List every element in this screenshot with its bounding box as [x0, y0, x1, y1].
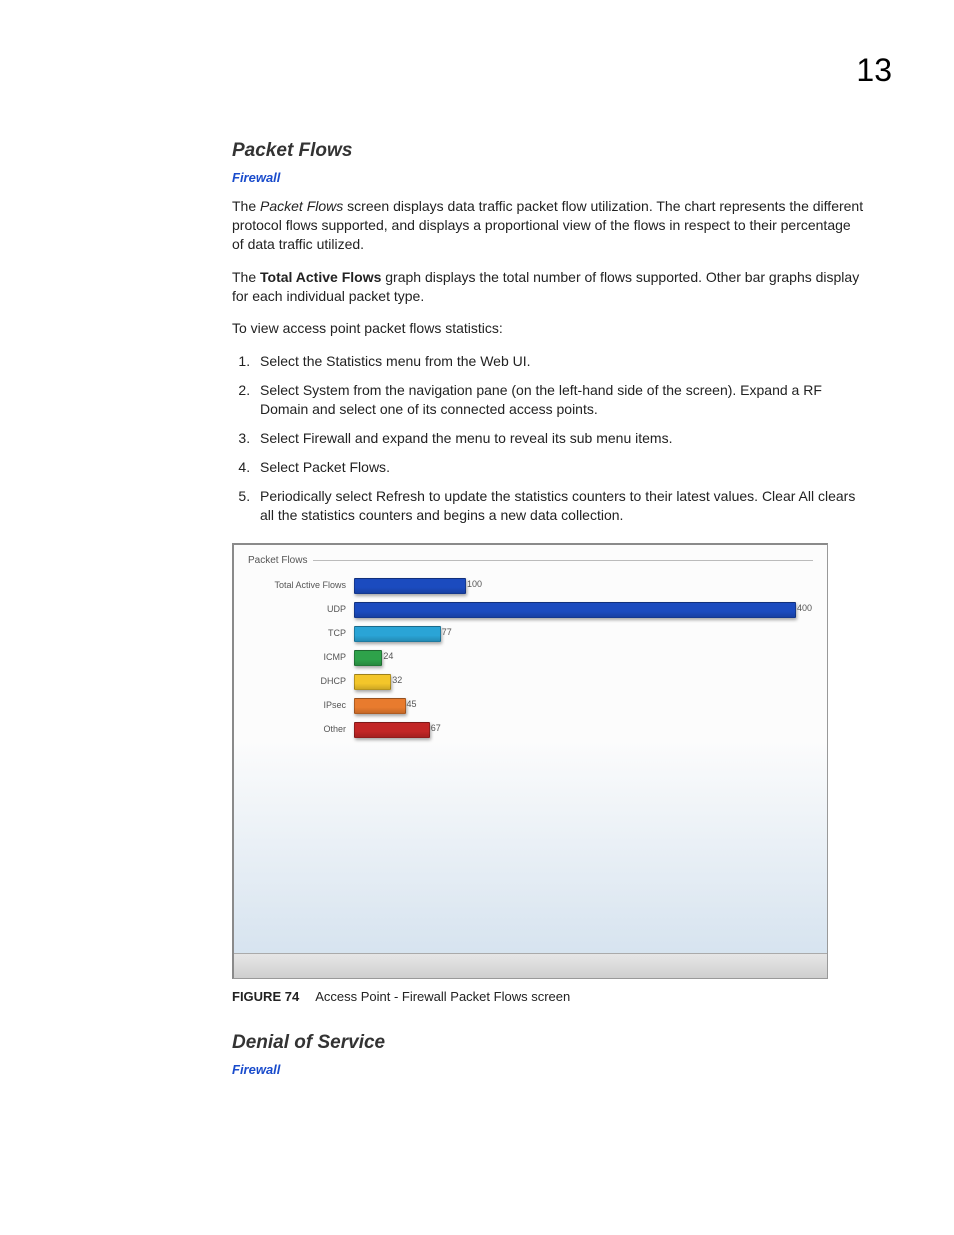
- chapter-number: 13: [856, 52, 892, 89]
- text: The: [232, 198, 260, 214]
- chart-row-label: ICMP: [252, 652, 354, 662]
- figure: Packet Flows Total Active Flows 100 UDP 400…: [232, 543, 866, 1004]
- chart-bar-cell: 77: [354, 625, 813, 641]
- list-item: Select Firewall and expand the menu to r…: [254, 429, 866, 448]
- section-heading-packet-flows: Packet Flows: [232, 140, 866, 162]
- breadcrumb-link-firewall[interactable]: Firewall: [232, 170, 866, 185]
- chart-row: DHCP 32: [252, 672, 813, 690]
- text: Select: [260, 459, 303, 475]
- list-item: Select Packet Flows.: [254, 458, 866, 477]
- figure-caption: FIGURE 74 Access Point - Firewall Packet …: [232, 989, 866, 1004]
- chart-row-label: DHCP: [252, 676, 354, 686]
- chart-bar-cell: 400: [354, 601, 813, 617]
- text-bold: Firewall: [303, 430, 351, 446]
- chart-value-label: 400: [797, 603, 812, 613]
- paragraph: To view access point packet flows statis…: [232, 319, 866, 338]
- text: The: [232, 269, 260, 285]
- chart-row-label: IPsec: [252, 700, 354, 710]
- chart-value-label: 100: [467, 579, 482, 589]
- chart-bar-cell: 24: [354, 649, 813, 665]
- text: Select: [260, 430, 303, 446]
- chart-bar-cell: 32: [354, 673, 813, 689]
- figure-screenshot: Packet Flows Total Active Flows 100 UDP 400…: [232, 543, 828, 979]
- chart-body: Total Active Flows 100 UDP 400 TCP 77 ICMP 24 DH…: [248, 576, 813, 738]
- chart-bar: [354, 602, 796, 618]
- status-bar: [234, 953, 827, 978]
- chart-bar: [354, 722, 430, 738]
- divider: [313, 560, 813, 561]
- chart-title: Packet Flows: [248, 555, 313, 566]
- chart-value-label: 67: [431, 723, 441, 733]
- paragraph: The Packet Flows screen displays data tr…: [232, 197, 866, 254]
- text: menu from the Web UI.: [382, 353, 530, 369]
- chart-row: UDP 400: [252, 600, 813, 618]
- text-bold: Packet Flows: [303, 459, 386, 475]
- figure-label: FIGURE 74: [232, 989, 299, 1004]
- chart-bar: [354, 650, 382, 666]
- text: Select the: [260, 353, 326, 369]
- list-item: Periodically select Refresh to update th…: [254, 487, 866, 525]
- chart-value-label: 24: [383, 651, 393, 661]
- chart-row-label: Total Active Flows: [252, 580, 354, 590]
- chart-row: IPsec 45: [252, 696, 813, 714]
- chart-value-label: 45: [407, 699, 417, 709]
- chart-bar: [354, 578, 466, 594]
- text-bold: Refresh: [376, 488, 425, 504]
- figure-caption-text: Access Point - Firewall Packet Flows scr…: [315, 989, 570, 1004]
- chart-bar: [354, 674, 391, 690]
- chart-bar-cell: 100: [354, 577, 813, 593]
- text-bold: Clear All: [762, 488, 814, 504]
- text: to update the statistics counters to the…: [425, 488, 762, 504]
- chart-row: Total Active Flows 100: [252, 576, 813, 594]
- chart-row: TCP 77: [252, 624, 813, 642]
- chart-row-label: UDP: [252, 604, 354, 614]
- text-bold: Total Active Flows: [260, 269, 381, 285]
- text-bold: System: [303, 382, 350, 398]
- page: 13 Packet Flows Firewall The Packet Flow…: [0, 0, 954, 1235]
- section-heading-denial-of-service: Denial of Service: [232, 1032, 866, 1054]
- list-item: Select System from the navigation pane (…: [254, 381, 866, 419]
- text-bold: Statistics: [326, 353, 382, 369]
- ordered-steps: Select the Statistics menu from the Web …: [232, 352, 866, 524]
- breadcrumb-link-firewall[interactable]: Firewall: [232, 1062, 866, 1077]
- chart-bar-cell: 45: [354, 697, 813, 713]
- text: and expand the menu to reveal its sub me…: [351, 430, 672, 446]
- list-item: Select the Statistics menu from the Web …: [254, 352, 866, 371]
- chart-bar-cell: 67: [354, 721, 813, 737]
- chart-bar: [354, 698, 406, 714]
- text: Periodically select: [260, 488, 376, 504]
- chart-value-label: 32: [392, 675, 402, 685]
- chart-row: Other 67: [252, 720, 813, 738]
- text-emphasis: Packet Flows: [260, 198, 343, 214]
- chart-row: ICMP 24: [252, 648, 813, 666]
- text: Select: [260, 382, 303, 398]
- chart-row-label: TCP: [252, 628, 354, 638]
- paragraph: The Total Active Flows graph displays th…: [232, 268, 866, 306]
- chart-row-label: Other: [252, 724, 354, 734]
- text: .: [386, 459, 390, 475]
- chart-group-header: Packet Flows: [248, 555, 813, 566]
- chart-value-label: 77: [442, 627, 452, 637]
- chart-bar: [354, 626, 441, 642]
